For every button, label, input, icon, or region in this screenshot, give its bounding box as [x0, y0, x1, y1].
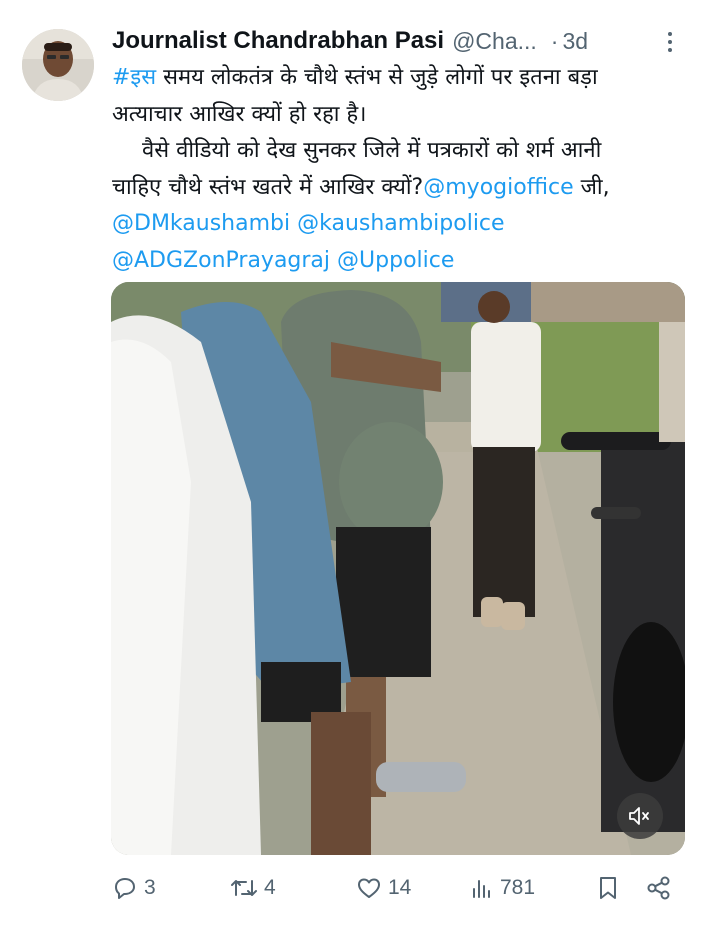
reply-icon [115, 878, 135, 899]
tweet-line-2: अत्याचार आखिर क्यों हो रहा है। [112, 101, 367, 127]
mention-myogioffice[interactable]: @myogioffice [423, 175, 573, 200]
tweet-timestamp[interactable]: 3d [562, 28, 588, 55]
repost-count: 4 [264, 876, 276, 899]
mute-button[interactable] [617, 793, 663, 839]
tweet-line-5: @DMkaushambi @kaushambipolice [112, 206, 692, 243]
analytics-icon [473, 880, 490, 898]
bookmark-button[interactable] [596, 870, 620, 906]
video-frame [111, 282, 685, 855]
tweet-line-4: चाहिए चौथे स्तंभ खतरे में आखिर क्यों?@my… [112, 174, 610, 200]
like-button[interactable]: 14 [356, 870, 411, 906]
share-button[interactable] [646, 870, 672, 906]
views-count: 781 [500, 876, 536, 899]
author-handle[interactable]: @Cha... [452, 28, 537, 55]
mention-dmkaushambi[interactable]: @DMkaushambi [112, 211, 290, 236]
heart-icon [358, 878, 380, 898]
views-button[interactable]: 781 [470, 870, 535, 906]
more-options-icon[interactable] [658, 32, 682, 54]
tweet-line-6: @ADGZonPrayagraj @Uppolice [112, 243, 692, 280]
repost-icon [231, 880, 257, 896]
separator-dot: · [550, 27, 559, 54]
tweet-header: Journalist Chandrabhan Pasi @Cha... · 3d [112, 24, 682, 58]
repost-button[interactable]: 4 [230, 870, 276, 906]
mention-uppolice[interactable]: @Uppolice [337, 248, 454, 273]
mention-adgzonprayagraj[interactable]: @ADGZonPrayagraj [112, 248, 330, 273]
tweet-line-3: वैसे वीडियो को देख सुनकर जिले में पत्रका… [142, 138, 602, 163]
avatar-image [22, 29, 94, 101]
author-name[interactable]: Journalist Chandrabhan Pasi [112, 27, 444, 55]
video-player[interactable] [111, 282, 685, 855]
avatar[interactable] [22, 29, 94, 101]
reply-button[interactable]: 3 [112, 870, 156, 906]
share-icon [647, 876, 670, 900]
speaker-muted-icon [629, 807, 649, 825]
hashtag-link[interactable]: #इस [112, 65, 156, 90]
bookmark-icon [600, 877, 616, 899]
like-count: 14 [388, 876, 412, 899]
tweet-line-1: #इस समय लोकतंत्र के चौथे स्तंभ से जुड़े … [112, 65, 598, 90]
mention-kaushambipolice[interactable]: @kaushambipolice [297, 211, 504, 236]
tweet-text: #इस समय लोकतंत्र के चौथे स्तंभ से जुड़े … [112, 60, 692, 279]
reply-count: 3 [144, 876, 156, 899]
tweet-actions: 3 4 14 781 [112, 870, 686, 906]
